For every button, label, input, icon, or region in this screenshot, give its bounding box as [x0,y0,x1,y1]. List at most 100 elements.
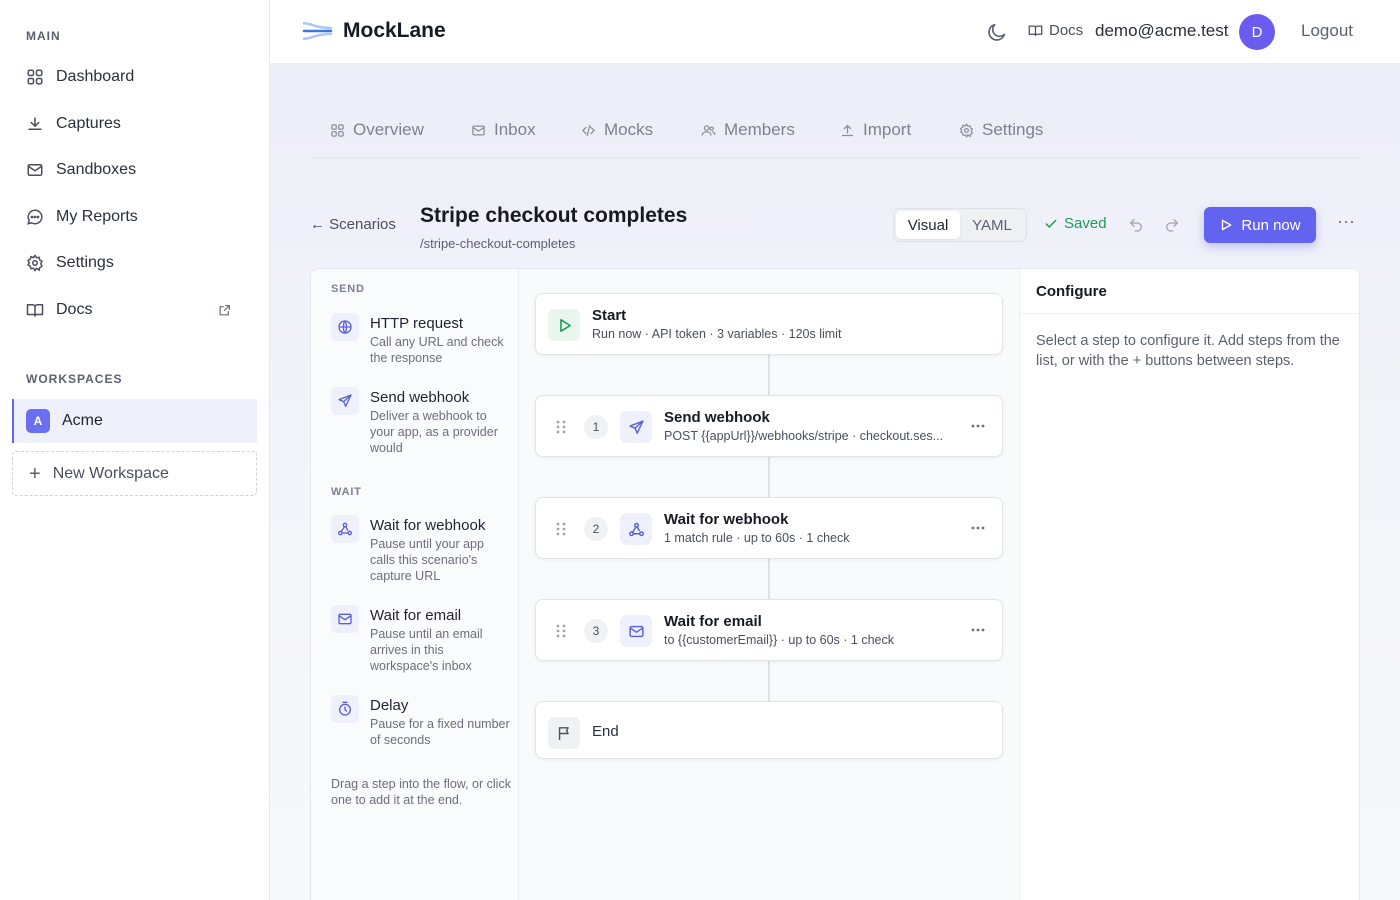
more-options-icon[interactable]: ··· [1336,212,1356,234]
users-icon [701,123,716,138]
flow-connector [768,559,770,599]
chat-icon [26,208,44,226]
play-icon [1219,218,1233,232]
flow-node-step-2[interactable]: 2 Wait for webhook 1 match rule · up to … [535,497,1003,559]
sidebar-item-label: Settings [56,254,114,271]
sidebar-item-label: Sandboxes [56,161,137,178]
view-visual-button[interactable]: Visual [896,211,960,239]
flow-connector [768,355,770,395]
flow-node-end[interactable]: End [535,701,1003,759]
node-more-icon[interactable] [970,520,986,536]
tab-mocks[interactable]: Mocks [581,120,653,140]
configure-panel: Configure Select a step to configure it.… [1019,269,1359,900]
scenario-slug: /stripe-checkout-completes [420,236,576,251]
upload-icon [840,123,855,138]
run-now-button[interactable]: Run now [1204,207,1316,243]
run-now-label: Run now [1241,216,1301,234]
drag-handle-icon[interactable] [556,420,566,434]
docs-link[interactable]: Docs [1028,22,1083,39]
webhook-icon [628,521,645,538]
flow-node-step-1[interactable]: 1 Send webhook POST {{appUrl}}/webhooks/… [535,395,1003,457]
configure-body: Select a step to configure it. Add steps… [1036,333,1340,369]
palette-item-title: Send webhook [370,389,470,406]
sidebar-item-dashboard[interactable]: Dashboard [12,57,257,97]
step-number: 3 [584,619,608,643]
mail-icon [628,623,645,640]
tab-import[interactable]: Import [840,120,911,140]
sidebar-item-settings[interactable]: Settings [12,243,257,283]
moon-icon[interactable] [986,21,1008,43]
brand-name: MockLane [343,19,446,42]
palette-heading-send: SEND [331,283,365,295]
palette-item-wait-for-email[interactable]: Wait for email Pause until an email arriv… [331,605,511,674]
tab-settings[interactable]: Settings [959,120,1043,140]
project-tabs: Overview Inbox Mocks Members Import Sett… [310,104,1360,158]
sidebar-item-captures[interactable]: Captures [12,104,257,144]
palette-heading-wait: WAIT [331,486,362,498]
palette-item-desc: Pause for a fixed number of seconds [370,717,510,747]
logo-icon [302,18,333,44]
external-link-icon [218,304,231,317]
view-yaml-button[interactable]: YAML [960,211,1024,239]
back-to-scenarios-link[interactable]: ← Scenarios [310,216,396,233]
gear-icon [26,254,44,272]
docs-label: Docs [1049,22,1084,39]
drag-handle-icon[interactable] [556,522,566,536]
tab-label: Import [863,120,912,139]
tab-members[interactable]: Members [701,120,795,140]
logout-button[interactable]: Logout [1301,21,1353,41]
tab-label: Inbox [494,120,536,139]
flow-node-step-3[interactable]: 3 Wait for email to {{customerEmail}} · … [535,599,1003,661]
saved-label: Saved [1064,215,1107,232]
undo-icon[interactable] [1128,217,1144,233]
main-content: Overview Inbox Mocks Members Import Sett… [270,64,1400,900]
mail-icon [471,123,486,138]
redo-icon[interactable] [1164,217,1180,233]
palette-item-title: Delay [370,697,409,714]
tab-inbox[interactable]: Inbox [471,120,536,140]
tab-label: Settings [982,120,1044,139]
node-more-icon[interactable] [970,418,986,434]
new-workspace-button[interactable]: + New Workspace [12,451,257,496]
palette-item-title: HTTP request [370,315,464,332]
workspace-avatar: A [26,409,50,433]
new-workspace-label: New Workspace [52,464,169,482]
step-number: 2 [584,517,608,541]
palette-item-delay[interactable]: Delay Pause for a fixed number of seconds [331,695,511,748]
sidebar-item-docs[interactable]: Docs [12,290,257,330]
drag-handle-icon[interactable] [556,624,566,638]
workspace-item-acme[interactable]: A Acme [12,399,257,443]
avatar[interactable]: D [1239,14,1275,50]
workspace-name: Acme [62,412,103,429]
send-icon [628,419,645,436]
sidebar: MAIN Dashboard Captures Sandboxes My Rep… [0,0,270,900]
timer-icon [337,701,353,717]
sidebar-item-sandboxes[interactable]: Sandboxes [12,150,257,190]
node-title: Send webhook [664,409,770,426]
scenario-editor: SEND HTTP request Call any URL and check … [310,268,1360,900]
node-title: Wait for webhook [664,511,789,528]
flow-connector [768,457,770,497]
palette-item-wait-for-webhook[interactable]: Wait for webhook Pause until your app cal… [331,515,511,584]
check-icon [1044,217,1058,231]
sidebar-item-label: My Reports [56,208,138,225]
globe-icon [337,319,353,335]
play-icon [556,317,573,334]
configure-title: Configure [1020,269,1359,314]
book-icon [1028,23,1043,38]
sidebar-item-label: Captures [56,115,121,132]
palette-item-http-request[interactable]: HTTP request Call any URL and check the r… [331,313,511,366]
node-title: Start [592,307,627,324]
page-title: Stripe checkout completes [420,204,688,227]
sidebar-heading-workspaces: WORKSPACES [26,372,123,386]
node-more-icon[interactable] [970,622,986,638]
sidebar-item-label: Docs [56,301,93,318]
tab-label: Members [724,120,795,139]
sidebar-item-my-reports[interactable]: My Reports [12,197,257,237]
tab-overview[interactable]: Overview [330,120,424,140]
user-email: demo@acme.test [1095,21,1229,40]
palette-item-send-webhook[interactable]: Send webhook Deliver a webhook to your ap… [331,387,511,456]
step-number: 1 [584,415,608,439]
brand-logo[interactable]: MockLane [302,18,446,44]
flow-node-start[interactable]: Start Run now · API token · 3 variables … [535,293,1003,355]
